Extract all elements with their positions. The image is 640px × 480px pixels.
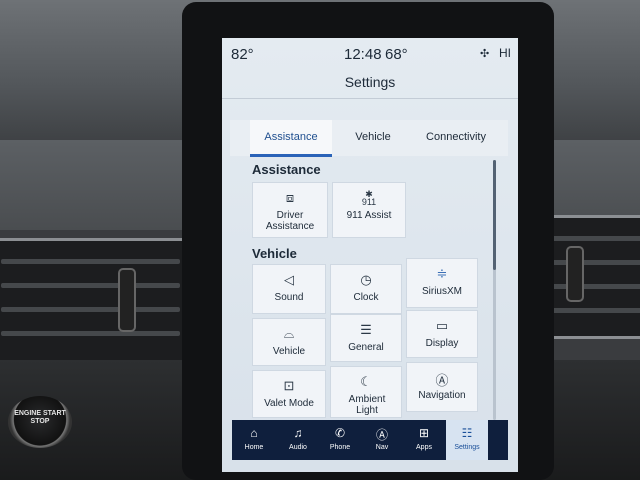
apps-grid-icon: ⊞ [418,426,430,440]
settings-content: Assistance ⧈ Driver Assistance ✱ 911 911 … [246,158,496,420]
tile-navigation[interactable]: Ⓐ Navigation [406,362,478,412]
tile-label: General [348,342,384,353]
bottom-navigation: ⌂ Home ♫ Audio ✆ Phone Ⓐ Nav ⊞ Apps ☷ Se… [232,420,508,460]
nav-home[interactable]: ⌂ Home [234,420,274,460]
tile-label: SiriusXM [421,286,462,297]
tile-label: 911 Assist [346,210,392,221]
tile-label: Clock [353,292,379,303]
tile-general[interactable]: ☰ General [330,314,402,362]
tile-driver-assistance[interactable]: ⧈ Driver Assistance [252,182,328,238]
nav-label: Apps [416,444,432,451]
section-heading-vehicle: Vehicle [252,246,297,261]
nav-settings[interactable]: ☷ Settings [446,420,488,460]
tile-valet-mode[interactable]: ⊡ Valet Mode [252,370,326,418]
vent-adjust-wheel[interactable] [118,268,136,332]
tile-911-assist[interactable]: ✱ 911 911 Assist [332,182,406,238]
tab-connectivity[interactable]: Connectivity [414,120,498,154]
nav-label: Home [244,444,264,451]
phone-icon: ✆ [334,426,346,440]
clock-time: 12:48 [344,46,382,63]
tile-ambient-light[interactable]: ☾ Ambient Light [330,366,402,418]
tile-display[interactable]: ▭ Display [406,310,478,358]
display-icon: ▭ [435,318,449,333]
status-bar: 82° 12:48 68° ✣ HI [222,38,518,68]
left-air-vent [0,238,191,364]
infotainment-screen: 82° 12:48 68° ✣ HI Settings Assistance V… [222,38,518,472]
compass-icon: Ⓐ [375,428,388,442]
valet-icon: ⊡ [283,378,295,393]
nav-label: Nav [375,444,389,451]
tile-label: Display [425,338,459,349]
nav-nav[interactable]: Ⓐ Nav [362,420,402,460]
siriusxm-icon: ≑ [436,266,448,281]
engine-start-stop-button[interactable]: ENGINE START STOP [8,396,72,448]
tile-label: Driver Assistance [265,210,315,232]
tile-vehicle[interactable]: ⌓ Vehicle [252,318,326,366]
nav-label: Phone [329,444,351,451]
speaker-icon: ◁ [284,272,294,287]
fan-icon: ✣ [480,48,490,60]
ambient-light-icon: ☾ [360,374,372,389]
911-icon: ✱ 911 [361,189,377,207]
home-icon: ⌂ [250,426,258,440]
clock-icon: ◷ [360,272,372,287]
tile-label: Vehicle [272,346,306,357]
nav-apps[interactable]: ⊞ Apps [404,420,444,460]
nav-label: Audio [289,444,307,451]
driver-assist-icon: ⧈ [285,190,295,205]
tab-assistance[interactable]: Assistance [250,120,332,157]
tile-label: Valet Mode [264,398,314,409]
tile-siriusxm[interactable]: ≑ SiriusXM [406,258,478,308]
music-icon: ♫ [293,426,303,440]
tab-vehicle[interactable]: Vehicle [334,120,412,154]
cabin-temperature[interactable]: 68° [385,46,408,63]
sliders-icon: ☰ [360,322,372,337]
nav-audio[interactable]: ♫ Audio [278,420,318,460]
tile-clock[interactable]: ◷ Clock [330,264,402,314]
car-icon: ⌓ [283,326,295,341]
scroll-thumb[interactable] [493,160,496,270]
tile-sound[interactable]: ◁ Sound [252,264,326,314]
settings-tabs: Assistance Vehicle Connectivity [230,120,508,157]
vent-adjust-wheel-right[interactable] [566,246,584,302]
nav-phone[interactable]: ✆ Phone [320,420,360,460]
divider [222,98,518,99]
settings-sliders-icon: ☷ [461,426,473,440]
tile-label: Navigation [418,390,466,401]
section-heading-assistance: Assistance [252,162,321,177]
tile-label: Ambient Light [348,394,386,416]
outside-temperature: 82° [231,46,254,63]
nav-label: Settings [454,444,480,451]
navigation-icon: Ⓐ [435,373,449,388]
fan-level[interactable]: HI [499,46,511,60]
page-title: Settings [344,74,396,90]
tile-label: Sound [274,292,304,303]
